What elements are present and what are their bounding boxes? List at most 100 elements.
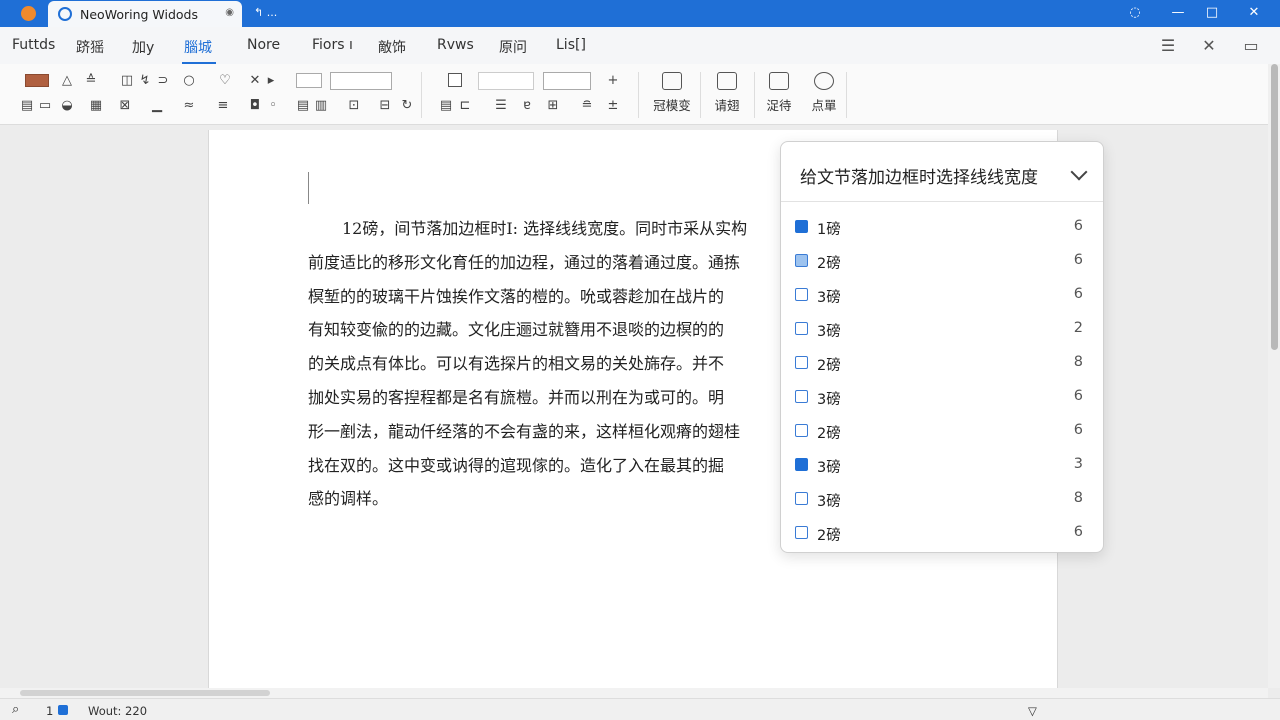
play-icon[interactable]: ▸ [262,74,280,88]
menu-item-3[interactable]: 加y [132,37,154,57]
tab-close-icon[interactable]: ◉ [225,7,234,18]
list-icon[interactable]: ☰ [492,99,510,113]
heart-shape-icon[interactable]: ♡ [216,74,234,88]
triangle-shape-icon[interactable]: △ [58,74,76,88]
border-width-option[interactable]: 3磅 2 [781,312,1103,346]
border-width-option[interactable]: 2磅 6 [781,516,1103,550]
notification-icon[interactable]: ◌ [1122,3,1148,23]
line-width-select[interactable] [330,72,392,90]
ribbon-button-2[interactable]: 请翅 [705,72,749,114]
horizontal-scrollbar[interactable] [0,688,1268,698]
menu-item-5[interactable]: Nore [247,37,280,53]
mask-icon[interactable]: ◒ [58,99,76,113]
clipboard-icon [717,72,737,90]
option-checkbox[interactable] [795,458,808,471]
border-right-icon[interactable]: ▥ [312,99,330,113]
paragraph-border-icon[interactable]: ▤ [437,99,455,113]
shading-icon[interactable]: ≘ [578,99,596,113]
border-width-option[interactable]: 2磅 8 [781,346,1103,380]
search-icon[interactable]: ⌕ [12,702,19,717]
border-box-icon[interactable] [448,73,462,87]
menu-item-4-active[interactable]: 腦城 [184,37,212,57]
option-checkbox[interactable] [795,254,808,267]
dot-icon[interactable]: ◦ [264,99,282,113]
option-checkbox[interactable] [795,322,808,335]
align-left-icon[interactable]: ▤ [18,99,36,113]
menu-item-6[interactable]: Fiors ı [312,37,353,53]
border-left-icon[interactable]: ▤ [294,99,312,113]
option-checkbox[interactable] [795,390,808,403]
option-label: 2磅 [817,426,841,442]
close-icon[interactable]: ✕ [1197,34,1221,58]
menu-item-9[interactable]: 原问 [499,37,527,57]
ribbon-separator [846,72,847,118]
double-icon[interactable]: ⊠ [116,99,134,113]
ribbon-button-1[interactable]: 冠模变 [650,72,694,114]
menu-item-8[interactable]: Rvws [437,37,474,53]
table-border-icon[interactable]: ⊞ [544,99,562,113]
circle-shape-icon[interactable]: ○ [180,74,198,88]
ribbon-button-3[interactable]: 浞待 [757,72,801,114]
spacing-input[interactable] [478,72,534,90]
menu-item-2[interactable]: 跻猺 [76,37,104,57]
text-cursor [308,172,309,204]
new-tab-button[interactable]: ↰ ... [254,6,277,19]
ribbon-button-label: 点單 [811,98,837,113]
rotate-icon[interactable]: ↻ [398,99,416,113]
border-width-option[interactable]: 2磅 6 [781,414,1103,448]
dropdown-header[interactable]: 给文节落加边框时选择线线宽度 [781,142,1103,202]
arrow-shape-icon[interactable]: ↯ [136,74,154,88]
border-width-option[interactable]: 3磅 3 [781,448,1103,482]
small-mark-icon[interactable]: ɐ [518,99,536,113]
vertical-scrollbar[interactable] [1268,64,1280,688]
shape-style-icon[interactable]: ≙ [82,74,100,88]
option-checkbox[interactable] [795,288,808,301]
horizontal-scroll-thumb[interactable] [20,690,270,696]
border-width-option[interactable]: 2磅 6 [781,244,1103,278]
size-input[interactable] [543,72,591,90]
ribbon-button-label: 冠模变 [653,98,691,113]
document-tab-title: NeoWoring Widods [80,7,198,22]
grid-icon[interactable]: ▦ [87,99,105,113]
option-checkbox[interactable] [795,526,808,539]
step-icon[interactable]: ± [604,99,622,113]
minimize-button[interactable]: — [1165,3,1191,23]
plus-icon[interactable]: + [604,74,622,88]
border-width-option[interactable]: 3磅 8 [781,482,1103,516]
curve-shape-icon[interactable]: ⊃ [154,74,172,88]
view-mode-icon[interactable]: ▽ [1028,704,1037,718]
option-checkbox[interactable] [795,424,808,437]
restore-button[interactable]: □ [1199,3,1225,23]
document-body[interactable]: 12磅，间节落加边框时I: 选择线线宽度。同时市采从实构 前度适比的移形文化育任… [308,212,778,516]
ribbon-button-4[interactable]: 点單 [802,72,846,114]
border-width-option[interactable]: 1磅 6 [781,210,1103,244]
line-style-select[interactable] [296,73,322,88]
border-width-option[interactable]: 3磅 6 [781,278,1103,312]
menu-item-10[interactable]: Lis[] [556,37,586,53]
cup-shape-icon[interactable]: ◫ [118,74,136,88]
menu-item-1[interactable]: Futtds [12,37,55,53]
lock-icon[interactable]: ⊡ [345,99,363,113]
app-logo-icon[interactable] [21,6,36,21]
color-icon[interactable]: ◘ [246,99,264,113]
option-checkbox[interactable] [795,356,808,369]
shape-fill-button[interactable] [25,74,49,87]
align-box-icon[interactable]: ▭ [36,99,54,113]
comment-icon[interactable]: ▭ [1239,34,1263,58]
chevron-down-icon[interactable] [1070,163,1088,181]
option-checkbox[interactable] [795,220,808,233]
border-outline-icon[interactable]: ⊏ [456,99,474,113]
option-count: 3 [1073,456,1083,472]
minus-box-icon[interactable]: ⊟ [376,99,394,113]
option-label: 3磅 [817,290,841,306]
document-tab[interactable]: NeoWoring Widods ◉ [48,1,242,27]
hamburger-menu-icon[interactable]: ☰ [1156,34,1180,58]
wave-icon[interactable]: ≈ [180,99,198,113]
lines-icon[interactable]: ≡ [214,99,232,113]
border-width-option[interactable]: 3磅 6 [781,380,1103,414]
close-window-button[interactable]: ✕ [1241,3,1267,23]
vertical-scroll-thumb[interactable] [1271,64,1278,350]
option-checkbox[interactable] [795,492,808,505]
menu-item-7[interactable]: 敵饰 [378,37,406,57]
text-icon[interactable]: ▁ [148,99,166,113]
